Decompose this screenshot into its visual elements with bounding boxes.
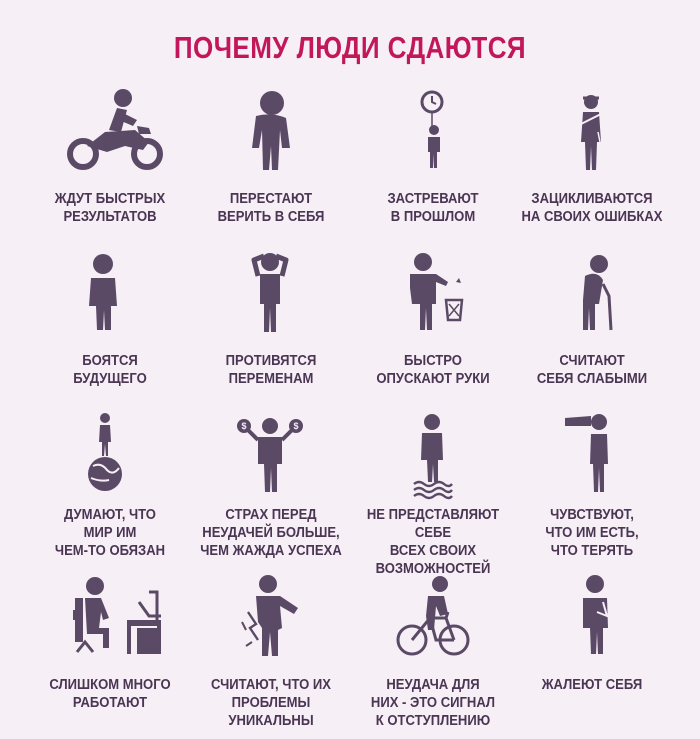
item-label-line: ЧУВСТВУЮТ, xyxy=(550,507,634,523)
item-label-line: ЗАСТРЕВАЮТ xyxy=(387,191,479,207)
item-label-line: ЖДУТ БЫСТРЫХ xyxy=(54,191,166,207)
item-label-line: ВЕРИТЬ В СЕБЯ xyxy=(217,209,325,225)
item-label-line: ОПУСКАЮТ РУКИ xyxy=(376,371,490,387)
item-label-line: РАБОТАЮТ xyxy=(72,695,148,711)
item-label-line: СЕБЯ СЛАБЫМИ xyxy=(536,371,648,387)
person-with-clock-balloon-icon xyxy=(348,86,518,176)
item-label-line: НА СВОИХ ОШИБКАХ xyxy=(521,209,663,225)
item-label-line: БУДУЩЕГО xyxy=(73,371,147,387)
item-label-line: СЧИТАЮТ, ЧТО ИХ xyxy=(211,677,331,693)
item-label-line: ПЕРЕСТАЮТ xyxy=(229,191,313,207)
person-with-telescope-icon xyxy=(507,410,677,500)
item-label-line: ПЕРЕМЕНАМ xyxy=(228,371,314,387)
person-with-money-bags-icon: $ $ xyxy=(186,410,356,500)
item-label-line: БЫСТРО xyxy=(404,353,462,369)
item-label-line: ЖАЛЕЮТ СЕБЯ xyxy=(541,677,643,693)
person-in-pain-icon xyxy=(186,572,356,662)
item-label-line: НЕУДАЧА ДЛЯ xyxy=(386,677,480,693)
injured-person-icon xyxy=(507,86,677,176)
item-label-line: НИХ - ЭТО СИГНАЛ xyxy=(370,695,496,711)
item-label-line: ПРОТИВЯТСЯ xyxy=(225,353,317,369)
svg-text:$: $ xyxy=(241,421,246,431)
person-on-globe-icon xyxy=(25,410,195,500)
item-label-line: К ОТСТУПЛЕНИЮ xyxy=(375,713,491,729)
item-label-line: СЛИШКОМ МНОГО xyxy=(49,677,171,693)
sad-person-icon xyxy=(507,572,677,662)
person-on-waves-icon xyxy=(348,410,518,500)
item-label-line: СТРАХ ПЕРЕД xyxy=(225,507,317,523)
elderly-person-cane-icon xyxy=(507,248,677,338)
item-label-line: ВСЕХ СВОИХ xyxy=(389,543,477,559)
item-label-line: МИР ИМ xyxy=(83,525,137,541)
item-label-line: СЧИТАЮТ xyxy=(559,353,625,369)
svg-text:$: $ xyxy=(293,421,298,431)
person-holding-head-icon xyxy=(186,248,356,338)
item-label-line: ЧЕМ ЖАЖДА УСПЕХА xyxy=(200,543,342,559)
item-label-line: НЕ ПРЕДСТАВЛЯЮТ СЕБЕ xyxy=(366,507,500,541)
item-label-line: РЕЗУЛЬТАТОВ xyxy=(63,209,157,225)
item-label-line: БОЯТСЯ xyxy=(82,353,138,369)
item-label-line: НЕУДАЧЕЙ БОЛЬШЕ, xyxy=(202,525,340,541)
slumped-person-icon xyxy=(186,86,356,176)
item-label-line: В ПРОШЛОМ xyxy=(390,209,476,225)
item-label-line: ПРОБЛЕМЫ xyxy=(231,695,311,711)
page-title: ПОЧЕМУ ЛЮДИ СДАЮТСЯ xyxy=(173,30,527,65)
item-label-line: ЗАЦИКЛИВАЮТСЯ xyxy=(531,191,653,207)
timid-person-icon xyxy=(25,248,195,338)
item-label-line: ЧТО ИМ ЕСТЬ, xyxy=(545,525,639,541)
cyclist-icon xyxy=(348,572,518,662)
item-label-line: ДУМАЮТ, ЧТО xyxy=(64,507,156,523)
person-at-desk-icon xyxy=(25,572,195,662)
person-throwing-trash-icon xyxy=(348,248,518,338)
item-label-line: ЧТО ТЕРЯТЬ xyxy=(550,543,634,559)
motorcycle-rider-icon xyxy=(25,86,195,176)
item-label-line: ЧЕМ-ТО ОБЯЗАН xyxy=(54,543,166,559)
item-label-line: УНИКАЛЬНЫ xyxy=(228,713,314,729)
